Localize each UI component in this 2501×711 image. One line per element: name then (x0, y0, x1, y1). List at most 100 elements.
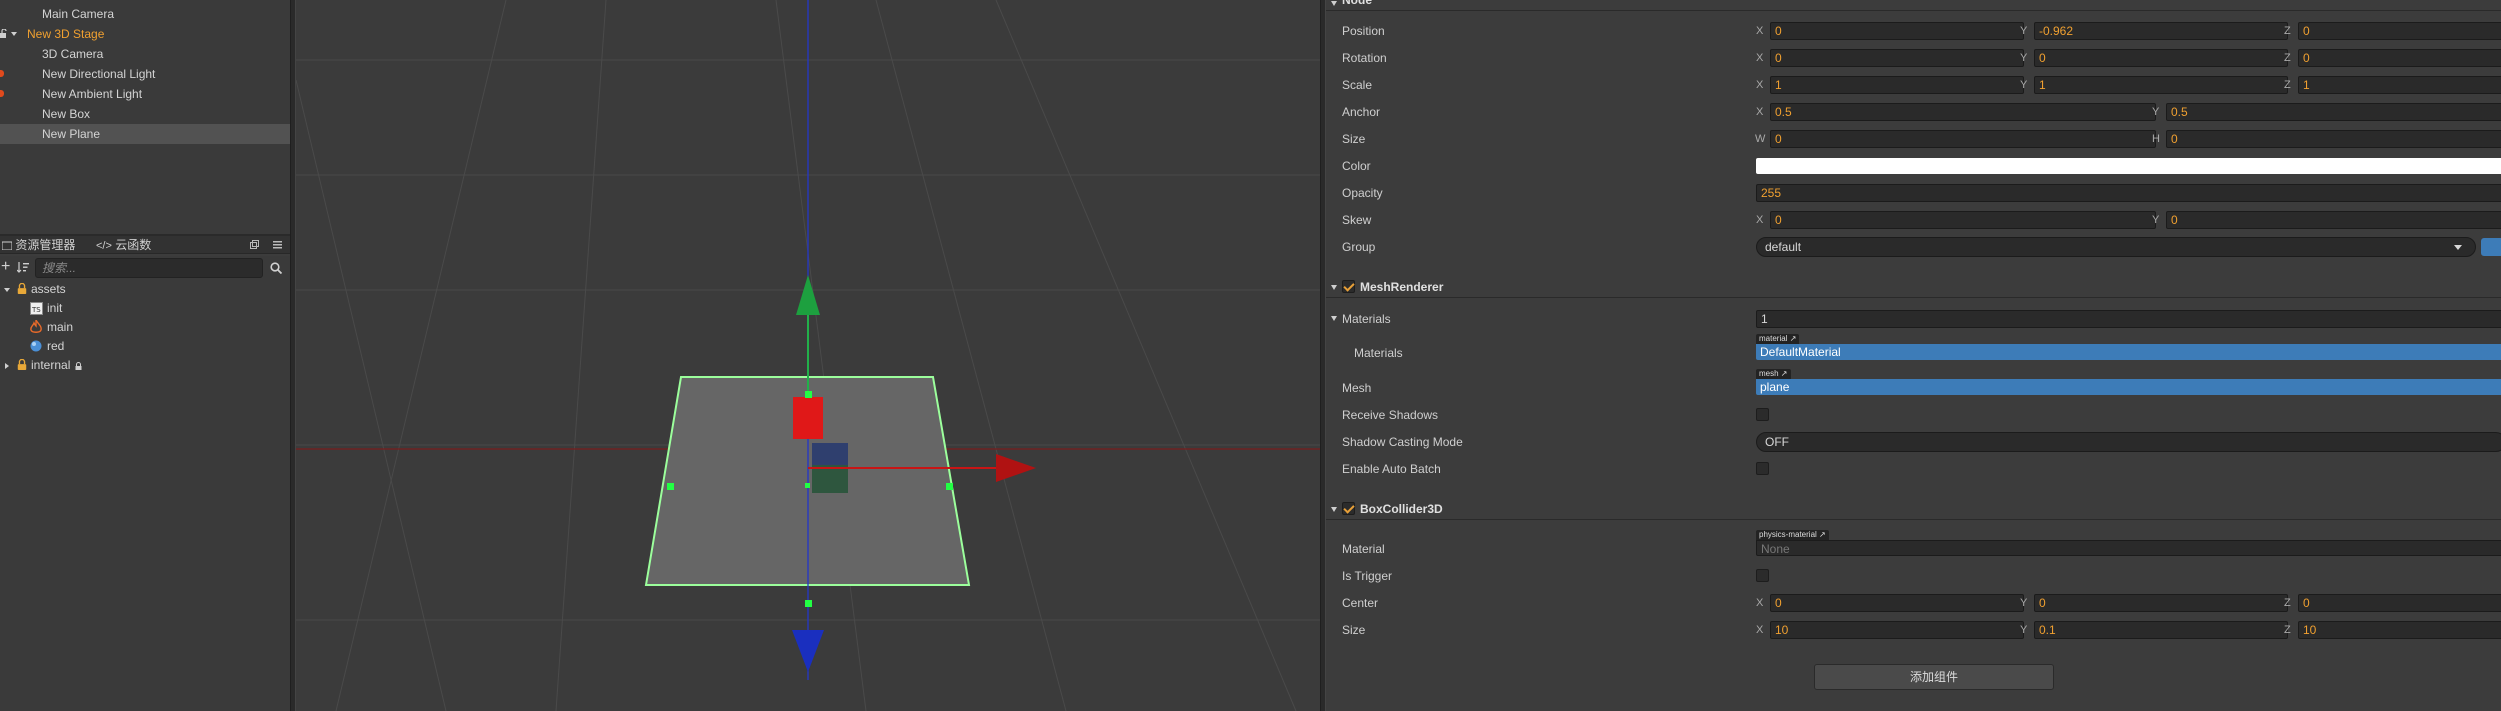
collapse-arrow-icon[interactable] (1331, 1, 1337, 6)
expand-arrow-icon[interactable] (4, 288, 10, 292)
scene-view[interactable] (296, 0, 1320, 711)
center-handle[interactable] (793, 397, 823, 439)
resize-handle[interactable] (667, 483, 674, 490)
z-axis-arrow-icon[interactable] (792, 630, 824, 672)
lock-icon (75, 362, 82, 370)
tree-item-red[interactable]: red (0, 337, 290, 356)
position-z-input[interactable]: 0 (2298, 22, 2501, 40)
boxcollider-enabled-checkbox[interactable] (1342, 502, 1355, 515)
scale-y-input[interactable]: 1 (2034, 76, 2288, 94)
materials-expand-arrow-icon[interactable] (1331, 316, 1337, 321)
locked-folder-icon (17, 359, 27, 370)
is-trigger-checkbox[interactable] (1756, 569, 1769, 582)
axis-x-label: X (1756, 214, 1764, 226)
meshrenderer-enabled-checkbox[interactable] (1342, 280, 1355, 293)
open-asset-icon[interactable]: ↗ (1790, 334, 1797, 343)
section-title: Node (1342, 0, 1372, 7)
materials-label: Materials (1342, 312, 1391, 326)
tree-item-init[interactable]: TS init (0, 299, 290, 318)
scale-x-input[interactable]: 1 (1770, 76, 2024, 94)
axis-z-label: Z (2284, 52, 2291, 64)
center-label: Center (1342, 596, 1379, 610)
center-y-input[interactable]: 0 (2034, 594, 2288, 612)
physics-material-field[interactable]: None (1756, 540, 2501, 556)
rotation-x-input[interactable]: 0 (1770, 49, 2024, 67)
tree-item-main[interactable]: main (0, 318, 290, 337)
add-icon[interactable]: + (1, 257, 10, 277)
mesh-asset-field[interactable]: plane (1756, 379, 2501, 395)
hierarchy-item-label: New Box (42, 107, 91, 121)
y-axis-arrow-icon[interactable] (796, 275, 820, 315)
collapse-arrow-icon[interactable] (1331, 507, 1337, 512)
hierarchy-item-new-box[interactable]: New Box (0, 104, 290, 124)
x-axis-arrow-icon[interactable] (996, 454, 1036, 482)
collider-size-y-input[interactable]: 0.1 (2034, 621, 2288, 639)
expand-arrow-icon[interactable] (11, 32, 17, 36)
axis-h-label: H (2152, 133, 2160, 145)
resize-handle[interactable] (805, 600, 812, 607)
meshrenderer-section-header[interactable]: MeshRenderer (1326, 276, 2501, 298)
hierarchy-item-new-plane[interactable]: New Plane (0, 124, 290, 144)
center-x-input[interactable]: 0 (1770, 594, 2024, 612)
open-asset-icon[interactable]: ↗ (1819, 530, 1826, 539)
rotation-z-input[interactable]: 0 (2298, 49, 2501, 67)
node-section-header[interactable]: Node (1326, 0, 2501, 11)
tab-asset-manager[interactable]: 资源管理器 (2, 236, 75, 254)
materials-count-input[interactable]: 1 (1756, 310, 2501, 328)
shadow-casting-select[interactable]: OFF (1756, 432, 2501, 452)
search-icon[interactable] (270, 262, 282, 274)
tab-cloud-functions[interactable]: </> 云函数 (96, 236, 151, 254)
open-asset-icon[interactable]: ↗ (1781, 369, 1788, 378)
group-select[interactable]: default (1756, 237, 2476, 257)
position-x-input[interactable]: 0 (1770, 22, 2024, 40)
size-w-input[interactable]: 0 (1770, 130, 2156, 148)
axis-y-label: Y (2020, 79, 2028, 91)
skew-y-input[interactable]: 0 (2166, 211, 2501, 229)
position-y-input[interactable]: -0.962 (2034, 22, 2288, 40)
hierarchy-item-3d-camera[interactable]: 3D Camera (0, 44, 290, 64)
material-type-tag: material ↗ (1756, 334, 1800, 344)
hierarchy-item-directional-light[interactable]: New Directional Light (0, 64, 290, 84)
resize-handle[interactable] (805, 391, 812, 398)
center-z-input[interactable]: 0 (2298, 594, 2501, 612)
menu-icon[interactable] (273, 241, 282, 249)
popout-icon[interactable] (250, 240, 259, 249)
skew-label: Skew (1342, 213, 1372, 227)
hierarchy-item-main-camera[interactable]: Main Camera (0, 4, 290, 24)
hierarchy-item-3d-stage[interactable]: New 3D Stage (0, 24, 290, 44)
add-component-button[interactable]: 添加组件 (1814, 664, 2054, 690)
collider-size-z-input[interactable]: 10 (2298, 621, 2501, 639)
size-h-input[interactable]: 0 (2166, 130, 2501, 148)
axis-x-label: X (1756, 106, 1764, 118)
assets-toolbar: + 搜索... (0, 256, 290, 280)
tree-item-assets[interactable]: assets (0, 280, 290, 299)
edit-groups-button[interactable] (2481, 238, 2501, 256)
auto-batch-checkbox[interactable] (1756, 462, 1769, 475)
collapse-arrow-icon[interactable] (5, 363, 9, 369)
opacity-input[interactable]: 255 (1756, 184, 2501, 202)
scale-z-input[interactable]: 1 (2298, 76, 2501, 94)
anchor-x-input[interactable]: 0.5 (1770, 103, 2156, 121)
scene-canvas[interactable] (296, 0, 1320, 711)
asset-search-input[interactable]: 搜索... (35, 258, 263, 278)
axis-w-label: W (1755, 133, 1766, 145)
rotation-y-input[interactable]: 0 (2034, 49, 2288, 67)
resize-handle[interactable] (946, 483, 953, 490)
tree-item-internal[interactable]: internal (0, 356, 290, 375)
group-select-value: default (1765, 240, 1802, 254)
code-icon: </> (96, 239, 112, 252)
receive-shadows-checkbox[interactable] (1756, 408, 1769, 421)
is-trigger-label: Is Trigger (1342, 569, 1393, 583)
sort-icon[interactable] (17, 262, 29, 273)
hierarchy-item-ambient-light[interactable]: New Ambient Light (0, 84, 290, 104)
boxcollider-section-header[interactable]: BoxCollider3D (1326, 498, 2501, 520)
unlock-icon[interactable] (0, 29, 8, 38)
resize-handle[interactable] (805, 483, 810, 488)
anchor-y-input[interactable]: 0.5 (2166, 103, 2501, 121)
color-picker[interactable] (1756, 158, 2501, 174)
axis-y-label: Y (2020, 624, 2028, 636)
collider-size-x-input[interactable]: 10 (1770, 621, 2024, 639)
collapse-arrow-icon[interactable] (1331, 285, 1337, 290)
skew-x-input[interactable]: 0 (1770, 211, 2156, 229)
material-asset-field[interactable]: DefaultMaterial (1756, 344, 2501, 360)
